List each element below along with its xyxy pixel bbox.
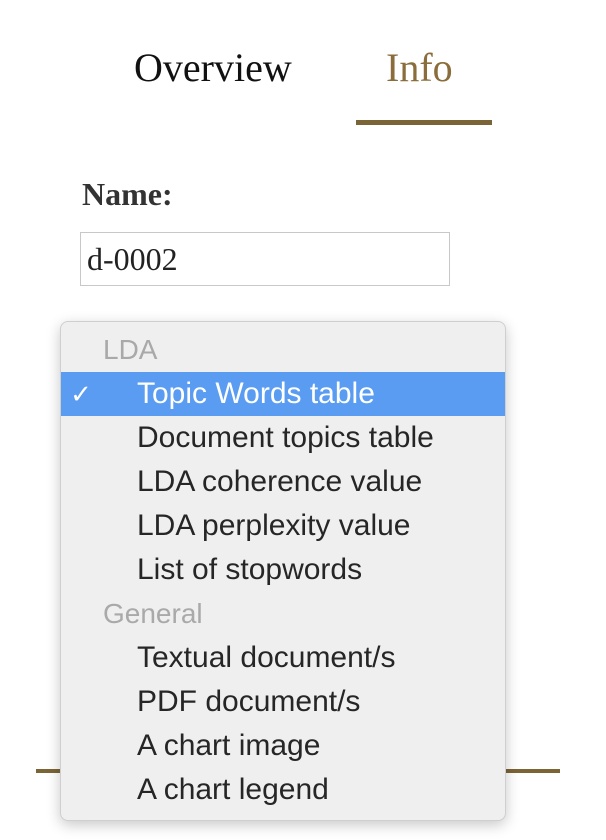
option-group-label-general: General [103,598,203,629]
name-input[interactable] [80,232,450,286]
select-dropdown-menu[interactable]: LDA ✓ Topic Words table Document topics … [60,321,506,821]
dropdown-option-label: A chart legend [137,773,329,806]
dropdown-option-label: List of stopwords [137,553,363,586]
tab-overview[interactable]: Overview [134,40,292,96]
dropdown-option-label: LDA coherence value [137,465,423,498]
dropdown-option-lda-perplexity-value[interactable]: LDA perplexity value [61,504,505,548]
option-group-label-lda: LDA [103,334,158,365]
dropdown-option-label: A chart image [137,729,321,762]
dropdown-option-pdf-documents[interactable]: PDF document/s [61,680,505,724]
tab-bar: Overview Info [0,30,606,130]
dropdown-option-chart-legend[interactable]: A chart legend [61,768,505,812]
dropdown-option-label: LDA perplexity value [137,509,411,542]
dropdown-option-label: Textual document/s [137,641,396,674]
dropdown-option-document-topics-table[interactable]: Document topics table [61,416,505,460]
dropdown-option-chart-image[interactable]: A chart image [61,724,505,768]
checkmark-icon: ✓ [70,379,92,409]
dropdown-option-textual-documents[interactable]: Textual document/s [61,636,505,680]
dropdown-option-list-of-stopwords[interactable]: List of stopwords [61,548,505,592]
dropdown-option-label: Topic Words table [137,377,375,410]
dropdown-option-lda-coherence-value[interactable]: LDA coherence value [61,460,505,504]
tab-info[interactable]: Info [386,40,453,96]
dropdown-option-label: PDF document/s [137,685,361,718]
dropdown-option-topic-words-table[interactable]: ✓ Topic Words table [61,372,505,416]
active-tab-indicator [356,120,492,125]
dropdown-option-label: Document topics table [137,421,434,454]
name-label: Name: [82,176,173,212]
